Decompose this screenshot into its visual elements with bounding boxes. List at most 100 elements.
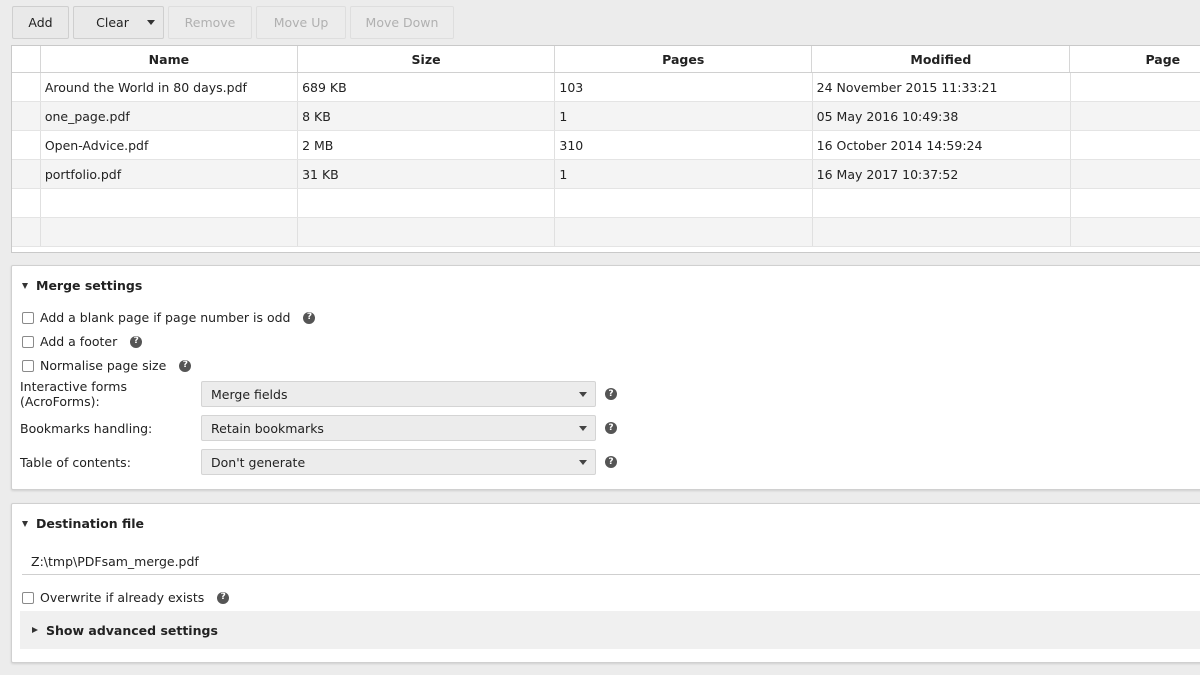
header-index — [12, 46, 41, 72]
cell-page-selection[interactable] — [1071, 160, 1200, 188]
destination-toggle[interactable]: Destination file — [22, 516, 144, 531]
bookmarks-row: Bookmarks handling: Retain bookmarks ? — [20, 415, 617, 441]
expand-arrow-icon — [32, 627, 38, 633]
pdfsam-merge-window: Add Clear Remove Move Up Move Down Name … — [0, 0, 1200, 675]
normalise-option: Normalise page size ? — [22, 358, 192, 373]
cell-name: Around the World in 80 days.pdf — [41, 73, 299, 101]
cell-pages: 103 — [555, 73, 813, 101]
cell-modified: 24 November 2015 11:33:21 — [813, 73, 1071, 101]
empty-row — [12, 189, 1200, 218]
bookmarks-select[interactable]: Retain bookmarks — [201, 415, 596, 441]
chevron-down-icon — [579, 459, 587, 465]
forms-select[interactable]: Merge fields — [201, 381, 596, 407]
empty-cell — [813, 189, 1071, 217]
footer-label[interactable]: Add a footer — [40, 334, 117, 349]
help-icon[interactable]: ? — [179, 359, 192, 372]
overwrite-option: Overwrite if already exists ? — [22, 590, 230, 605]
destination-title: Destination file — [36, 516, 145, 531]
cell-size: 31 KB — [298, 160, 556, 188]
collapse-arrow-icon — [22, 282, 28, 289]
overwrite-label[interactable]: Overwrite if already exists — [40, 590, 204, 605]
cell-pages: 310 — [555, 131, 813, 159]
row-index — [12, 160, 41, 188]
advanced-settings-toggle[interactable]: Show advanced settings — [20, 611, 1200, 649]
add-button[interactable]: Add — [12, 6, 69, 39]
merge-settings-toggle[interactable]: Merge settings — [22, 278, 142, 293]
empty-cell — [12, 218, 41, 246]
move-down-button[interactable]: Move Down — [350, 6, 454, 39]
normalise-label[interactable]: Normalise page size — [40, 358, 166, 373]
help-icon[interactable]: ? — [130, 335, 143, 348]
footer-checkbox[interactable] — [22, 335, 34, 348]
destination-panel: Destination file Z:\tmp\PDFsam_merge.pdf… — [11, 503, 1200, 663]
toolbar: Add Clear Remove Move Up Move Down — [12, 6, 454, 39]
row-index — [12, 102, 41, 130]
advanced-settings-label: Show advanced settings — [46, 622, 218, 638]
header-size[interactable]: Size — [298, 46, 556, 72]
destination-path-value: Z:\tmp\PDFsam_merge.pdf — [31, 554, 199, 569]
empty-cell — [298, 189, 556, 217]
forms-select-value: Merge fields — [211, 386, 288, 402]
blank-page-option: Add a blank page if page number is odd ? — [22, 310, 316, 325]
help-icon[interactable]: ? — [605, 456, 617, 468]
cell-name: portfolio.pdf — [41, 160, 299, 188]
move-up-button[interactable]: Move Up — [256, 6, 346, 39]
cell-size: 2 MB — [298, 131, 556, 159]
blank-page-checkbox[interactable] — [22, 311, 34, 324]
help-icon[interactable]: ? — [217, 591, 230, 604]
cell-pages: 1 — [555, 102, 813, 130]
forms-row: Interactive forms (AcroForms): Merge fie… — [20, 379, 617, 409]
destination-path-input[interactable]: Z:\tmp\PDFsam_merge.pdf — [22, 549, 1200, 575]
row-index — [12, 131, 41, 159]
chevron-down-icon — [146, 20, 155, 25]
help-icon[interactable]: ? — [303, 311, 316, 324]
merge-settings-panel: Merge settings Add a blank page if page … — [11, 265, 1200, 490]
empty-cell — [1071, 218, 1200, 246]
collapse-arrow-icon — [22, 520, 28, 527]
bookmarks-select-value: Retain bookmarks — [211, 420, 324, 436]
chevron-down-icon — [579, 391, 587, 397]
clear-button[interactable]: Clear — [73, 6, 164, 39]
toc-label: Table of contents: — [20, 454, 131, 470]
blank-page-label[interactable]: Add a blank page if page number is odd — [40, 310, 290, 325]
cell-size: 689 KB — [298, 73, 556, 101]
remove-button[interactable]: Remove — [168, 6, 252, 39]
cell-page-selection[interactable] — [1071, 131, 1200, 159]
table-row[interactable]: one_page.pdf 8 KB 1 05 May 2016 10:49:38 — [12, 102, 1200, 131]
header-modified[interactable]: Modified — [812, 46, 1071, 72]
empty-cell — [555, 189, 813, 217]
toc-select[interactable]: Don't generate — [201, 449, 596, 475]
help-icon[interactable]: ? — [605, 422, 617, 434]
files-table[interactable]: Name Size Pages Modified Page Around the… — [11, 45, 1200, 253]
empty-cell — [41, 218, 299, 246]
footer-option: Add a footer ? — [22, 334, 143, 349]
empty-cell — [298, 218, 556, 246]
cell-page-selection[interactable] — [1071, 73, 1200, 101]
cell-modified: 16 October 2014 14:59:24 — [813, 131, 1071, 159]
help-icon[interactable]: ? — [605, 388, 617, 400]
header-page[interactable]: Page — [1070, 46, 1200, 72]
empty-cell — [1071, 189, 1200, 217]
toc-row: Table of contents: Don't generate ? — [20, 449, 617, 475]
table-row[interactable]: Around the World in 80 days.pdf 689 KB 1… — [12, 73, 1200, 102]
table-header: Name Size Pages Modified Page — [12, 46, 1200, 73]
cell-name: one_page.pdf — [41, 102, 299, 130]
cell-modified: 16 May 2017 10:37:52 — [813, 160, 1071, 188]
overwrite-checkbox[interactable] — [22, 591, 34, 604]
table-row[interactable]: Open-Advice.pdf 2 MB 310 16 October 2014… — [12, 131, 1200, 160]
merge-settings-title: Merge settings — [36, 278, 143, 293]
cell-pages: 1 — [555, 160, 813, 188]
table-row[interactable]: portfolio.pdf 31 KB 1 16 May 2017 10:37:… — [12, 160, 1200, 189]
normalise-checkbox[interactable] — [22, 359, 34, 372]
chevron-down-icon — [579, 425, 587, 431]
cell-name: Open-Advice.pdf — [41, 131, 299, 159]
clear-button-label: Clear — [96, 15, 129, 30]
cell-page-selection[interactable] — [1071, 102, 1200, 130]
cell-modified: 05 May 2016 10:49:38 — [813, 102, 1071, 130]
empty-cell — [12, 189, 41, 217]
forms-label: Interactive forms (AcroForms): — [20, 379, 127, 409]
toc-select-value: Don't generate — [211, 454, 306, 470]
empty-cell — [813, 218, 1071, 246]
header-name[interactable]: Name — [41, 46, 298, 72]
header-pages[interactable]: Pages — [555, 46, 813, 72]
